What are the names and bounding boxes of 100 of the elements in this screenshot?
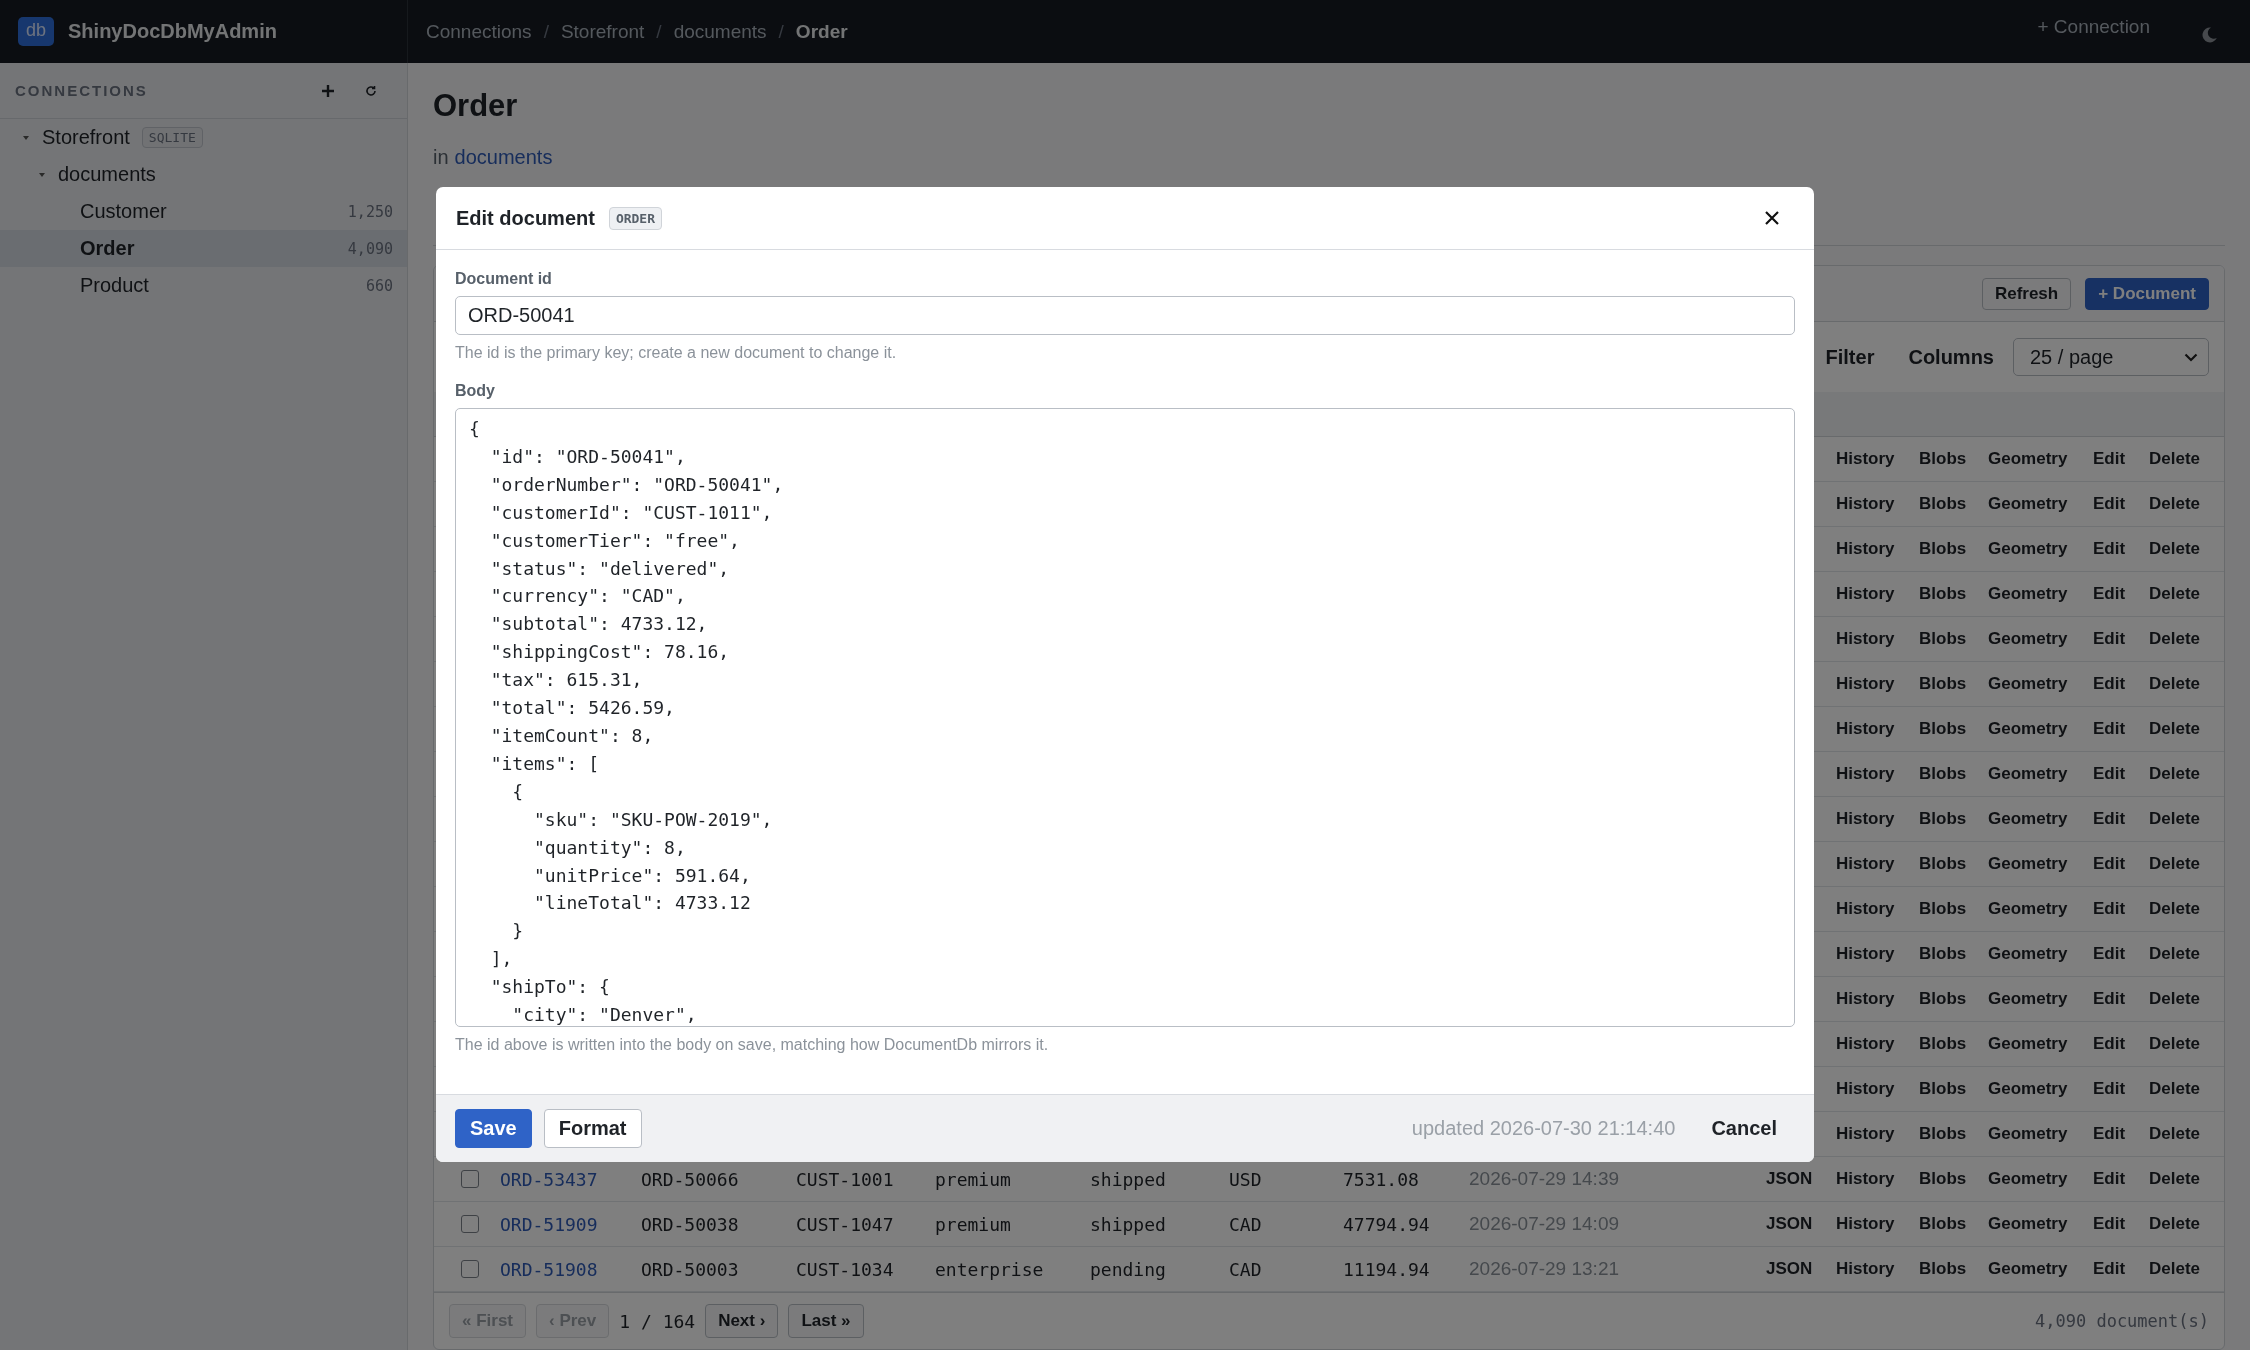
row-action-link[interactable]: History: [1836, 764, 1919, 784]
filter-button[interactable]: Filter: [1825, 345, 1875, 369]
row-action-link[interactable]: Edit: [2093, 989, 2149, 1009]
row-action-link[interactable]: History: [1836, 1124, 1919, 1144]
row-action-link[interactable]: Edit: [2093, 899, 2149, 919]
id-link[interactable]: ORD-51909: [500, 1213, 641, 1235]
row-action-link[interactable]: Blobs: [1919, 854, 1988, 874]
row-action-link[interactable]: Edit: [2093, 1259, 2149, 1279]
row-action-link[interactable]: Blobs: [1919, 1124, 1988, 1144]
row-action-link[interactable]: History: [1836, 1169, 1919, 1189]
row-action-link[interactable]: Edit: [2093, 1169, 2149, 1189]
row-action-link[interactable]: Geometry: [1988, 854, 2093, 874]
row-action-link[interactable]: Delete: [2149, 1259, 2224, 1279]
row-action-link[interactable]: Geometry: [1988, 1259, 2093, 1279]
row-action-link[interactable]: JSON: [1766, 1214, 1836, 1234]
refresh-button[interactable]: Refresh: [1981, 277, 2072, 310]
row-action-link[interactable]: Edit: [2093, 1079, 2149, 1099]
row-action-link[interactable]: Edit: [2093, 629, 2149, 649]
row-action-link[interactable]: Geometry: [1988, 539, 2093, 559]
row-action-link[interactable]: Blobs: [1919, 584, 1988, 604]
row-action-link[interactable]: Delete: [2149, 449, 2224, 469]
row-action-link[interactable]: Geometry: [1988, 1079, 2093, 1099]
new-connection-link[interactable]: + Connection: [2037, 15, 2150, 38]
row-action-link[interactable]: Geometry: [1988, 674, 2093, 694]
row-action-link[interactable]: Delete: [2149, 584, 2224, 604]
row-action-link[interactable]: Geometry: [1988, 494, 2093, 514]
tree-item[interactable]: Product 660: [0, 267, 407, 304]
row-action-link[interactable]: History: [1836, 899, 1919, 919]
breadcrumb-link[interactable]: documents: [673, 20, 767, 43]
row-action-link[interactable]: Delete: [2149, 539, 2224, 559]
row-action-link[interactable]: Blobs: [1919, 539, 1988, 559]
row-action-link[interactable]: Edit: [2093, 1124, 2149, 1144]
moon-icon[interactable]: [2200, 25, 2218, 44]
row-action-link[interactable]: Delete: [2149, 944, 2224, 964]
row-action-link[interactable]: Geometry: [1988, 809, 2093, 829]
cancel-button[interactable]: Cancel: [1701, 1110, 1787, 1147]
collection-link[interactable]: documents: [454, 146, 553, 169]
row-action-link[interactable]: History: [1836, 854, 1919, 874]
row-action-link[interactable]: Blobs: [1919, 629, 1988, 649]
row-action-link[interactable]: Geometry: [1988, 584, 2093, 604]
row-action-link[interactable]: Geometry: [1988, 764, 2093, 784]
row-action-link[interactable]: Edit: [2093, 719, 2149, 739]
row-action-link[interactable]: Geometry: [1988, 1124, 2093, 1144]
row-action-link[interactable]: Delete: [2149, 854, 2224, 874]
row-action-link[interactable]: Delete: [2149, 899, 2224, 919]
row-checkbox[interactable]: [461, 1170, 479, 1188]
row-action-link[interactable]: Blobs: [1919, 944, 1988, 964]
tree-item[interactable]: Customer 1,250: [0, 193, 407, 230]
row-action-link[interactable]: Edit: [2093, 1214, 2149, 1234]
row-action-link[interactable]: Edit: [2093, 584, 2149, 604]
row-action-link[interactable]: Delete: [2149, 1214, 2224, 1234]
row-action-link[interactable]: Delete: [2149, 494, 2224, 514]
row-action-link[interactable]: Blobs: [1919, 764, 1988, 784]
row-action-link[interactable]: Geometry: [1988, 1034, 2093, 1054]
breadcrumb-link[interactable]: Connections: [426, 20, 532, 43]
row-action-link[interactable]: History: [1836, 584, 1919, 604]
pager-button[interactable]: Last »: [788, 1304, 864, 1338]
row-action-link[interactable]: History: [1836, 719, 1919, 739]
row-action-link[interactable]: Blobs: [1919, 899, 1988, 919]
row-action-link[interactable]: Blobs: [1919, 674, 1988, 694]
row-action-link[interactable]: Edit: [2093, 1034, 2149, 1054]
row-action-link[interactable]: Edit: [2093, 944, 2149, 964]
id-link[interactable]: ORD-53437: [500, 1168, 641, 1190]
add-icon[interactable]: [321, 83, 335, 98]
row-action-link[interactable]: Edit: [2093, 674, 2149, 694]
document-id-field[interactable]: ORD-50041: [455, 296, 1795, 335]
pager-button[interactable]: Next ›: [705, 1304, 779, 1338]
save-button[interactable]: Save: [455, 1109, 532, 1148]
row-action-link[interactable]: Blobs: [1919, 1259, 1988, 1279]
row-action-link[interactable]: Blobs: [1919, 1214, 1988, 1234]
row-action-link[interactable]: History: [1836, 1214, 1919, 1234]
row-action-link[interactable]: History: [1836, 1259, 1919, 1279]
id-link[interactable]: ORD-51908: [500, 1258, 641, 1280]
row-action-link[interactable]: Geometry: [1988, 899, 2093, 919]
row-action-link[interactable]: Delete: [2149, 1079, 2224, 1099]
row-action-link[interactable]: History: [1836, 494, 1919, 514]
row-action-link[interactable]: Geometry: [1988, 719, 2093, 739]
row-action-link[interactable]: Blobs: [1919, 1169, 1988, 1189]
body-editor[interactable]: { "id": "ORD-50041", "orderNumber": "ORD-50041", "customerId": "CUST-1011", "customerTier": "free", "status": "delivered", "currency": "CAD", "subtotal": 4733.12, "shippingCost": 78.16, "tax": 615.31, "total": 5426.59, "itemCount": 8, "items": [ { "sku": "SKU-POW-2019", "quantity": 8, "unitPrice": 591.64, "lineTotal": 4733.12 } ], "shipTo": { "city": "Denver",: [455, 408, 1795, 1027]
row-action-link[interactable]: Edit: [2093, 539, 2149, 559]
row-action-link[interactable]: History: [1836, 809, 1919, 829]
row-checkbox[interactable]: [461, 1215, 479, 1233]
row-action-link[interactable]: Delete: [2149, 719, 2224, 739]
breadcrumb-link[interactable]: Storefront: [560, 20, 645, 43]
tree-item[interactable]: Storefront SQLITE: [0, 119, 407, 156]
row-action-link[interactable]: Blobs: [1919, 494, 1988, 514]
row-action-link[interactable]: Edit: [2093, 494, 2149, 514]
row-action-link[interactable]: Delete: [2149, 629, 2224, 649]
row-action-link[interactable]: Geometry: [1988, 449, 2093, 469]
row-action-link[interactable]: Delete: [2149, 764, 2224, 784]
row-action-link[interactable]: History: [1836, 539, 1919, 559]
format-button[interactable]: Format: [543, 1109, 642, 1148]
row-action-link[interactable]: Geometry: [1988, 1214, 2093, 1234]
row-action-link[interactable]: Delete: [2149, 989, 2224, 1009]
row-action-link[interactable]: History: [1836, 1034, 1919, 1054]
row-action-link[interactable]: Blobs: [1919, 1079, 1988, 1099]
page-size-select[interactable]: 25 / page: [2013, 338, 2209, 376]
row-checkbox[interactable]: [461, 1260, 479, 1278]
row-action-link[interactable]: Blobs: [1919, 449, 1988, 469]
row-action-link[interactable]: Geometry: [1988, 629, 2093, 649]
